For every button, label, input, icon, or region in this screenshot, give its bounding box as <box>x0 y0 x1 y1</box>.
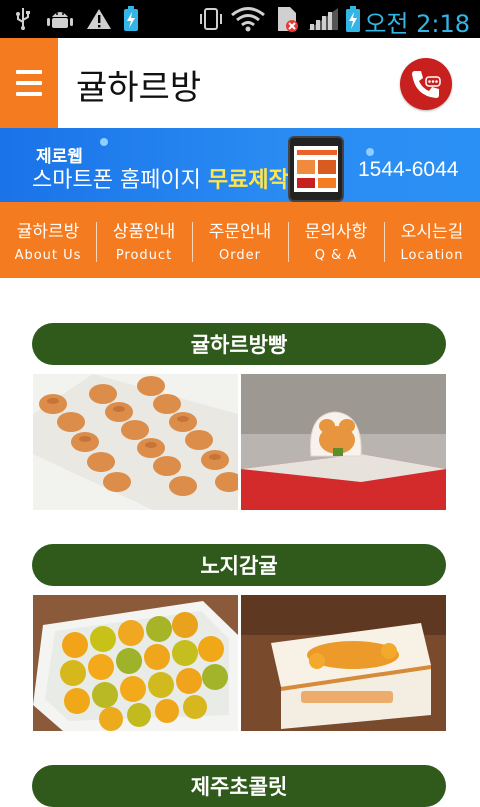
nav-label-en: Q & A <box>314 248 358 263</box>
product-photo-bread-box[interactable] <box>241 374 446 510</box>
nav-item-product[interactable]: 상품안내 Product <box>96 202 192 278</box>
nav-label-ko: 문의사항 <box>304 222 368 242</box>
banner-phone-number: 1544-6044 <box>358 158 459 181</box>
phone-call-icon[interactable] <box>400 58 452 110</box>
vibrate-icon <box>198 6 224 32</box>
section-title-tangerine[interactable]: 노지감귤 <box>32 544 446 586</box>
nav-label-en: About Us <box>14 248 82 263</box>
nav-item-order[interactable]: 주문안내 Order <box>192 202 288 278</box>
smartphone-image <box>288 136 344 202</box>
battery-charge-notice-icon <box>122 6 140 32</box>
wifi-icon <box>230 6 266 32</box>
status-time: 오전 2:18 <box>364 10 470 38</box>
app-header: 귤하르방 <box>0 38 480 128</box>
warning-icon <box>86 6 112 32</box>
product-photo-tangerine-giftbox[interactable] <box>241 595 446 731</box>
nav-label-en: Location <box>400 248 464 263</box>
main-nav: 귤하르방 About Us 상품안내 Product 주문안내 Order 문의… <box>0 202 480 278</box>
nav-label-en: Order <box>219 248 261 263</box>
banner-dot-decoration <box>366 148 374 156</box>
signal-icon <box>306 6 340 32</box>
section-title-chocolate[interactable]: 제주초콜릿 <box>32 765 446 807</box>
android-debug-icon <box>46 6 74 32</box>
battery-charging-icon <box>344 6 362 32</box>
sim-off-icon <box>274 6 300 32</box>
nav-label-ko: 오시는길 <box>400 222 464 242</box>
nav-item-about[interactable]: 귤하르방 About Us <box>0 202 96 278</box>
nav-label-ko: 상품안내 <box>112 222 176 242</box>
nav-item-qna[interactable]: 문의사항 Q & A <box>288 202 384 278</box>
product-photo-tangerine-box[interactable] <box>33 595 238 731</box>
usb-icon <box>14 6 32 32</box>
banner-slogan-prefix: 스마트폰 홈페이지 <box>32 168 208 193</box>
banner-slogan: 스마트폰 홈페이지 무료제작 <box>32 162 289 194</box>
nav-label-en: Product <box>115 248 173 263</box>
page-title: 귤하르방 <box>76 68 202 108</box>
banner-dot-decoration <box>100 138 108 146</box>
section-title-bread[interactable]: 귤하르방빵 <box>32 323 446 365</box>
nav-label-ko: 귤하르방 <box>16 222 80 242</box>
nav-item-location[interactable]: 오시는길 Location <box>384 202 480 278</box>
product-photo-bread-tray[interactable] <box>33 374 238 510</box>
banner-slogan-highlight: 무료제작 <box>207 168 289 193</box>
nav-label-ko: 주문안내 <box>208 222 272 242</box>
promo-banner[interactable]: 제로웹 스마트폰 홈페이지 무료제작 1544-6044 <box>0 128 480 202</box>
status-bar: 오전 2:18 <box>0 0 480 38</box>
hamburger-menu-icon[interactable] <box>0 38 58 128</box>
